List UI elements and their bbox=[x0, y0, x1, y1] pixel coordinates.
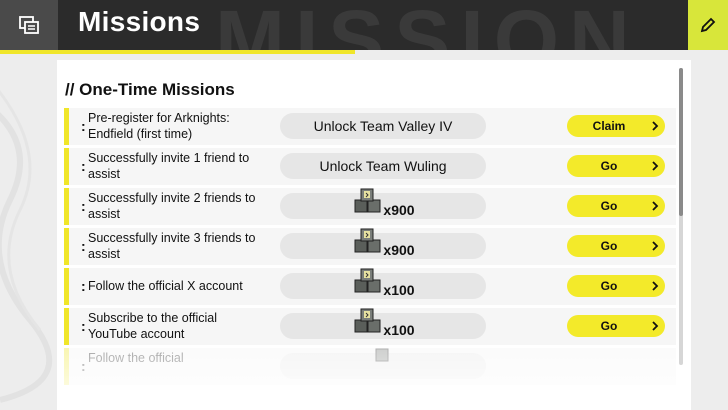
mission-description: Successfully invite 3 friends to assist bbox=[88, 231, 256, 261]
mission-reward: Unlock Team Wuling bbox=[280, 153, 486, 179]
claim-button[interactable]: Claim bbox=[567, 115, 665, 137]
reward-label: Unlock Team Wuling bbox=[319, 158, 447, 174]
reward-quantity: x100 bbox=[383, 322, 415, 338]
mission-reward: x100 bbox=[280, 268, 486, 299]
mission-description: Successfully invite 1 friend to assist bbox=[88, 151, 250, 181]
row-marker: : bbox=[81, 158, 86, 174]
go-button[interactable]: Go bbox=[567, 275, 665, 297]
button-label: Claim bbox=[592, 119, 626, 133]
row-marker: : bbox=[81, 318, 86, 334]
header-accent-line bbox=[0, 50, 355, 54]
supply-crate-icon bbox=[354, 188, 381, 213]
supply-crate-icon bbox=[375, 348, 389, 362]
mission-description: Follow the official bbox=[88, 351, 184, 365]
supply-crate-icon bbox=[354, 228, 381, 253]
reward-label: Unlock Team Valley IV bbox=[313, 118, 453, 134]
mission-reward bbox=[280, 348, 486, 379]
mission-reward: x900 bbox=[280, 188, 486, 219]
go-button[interactable]: Go bbox=[567, 195, 665, 217]
mission-description: Successfully invite 2 friends to assist bbox=[88, 191, 256, 221]
row-marker: : bbox=[81, 278, 86, 294]
edit-button[interactable] bbox=[688, 0, 728, 50]
mission-row: : Follow the official X account x100 Go bbox=[64, 268, 676, 305]
row-marker: : bbox=[81, 118, 86, 134]
section-title: // One-Time Missions bbox=[65, 80, 235, 99]
reward-quantity: x100 bbox=[383, 282, 415, 298]
page-title: Missions bbox=[78, 6, 201, 37]
header-watermark: MISSION bbox=[215, 0, 640, 50]
mission-row: : Subscribe to the official YouTube acco… bbox=[64, 308, 676, 345]
go-button[interactable]: Go bbox=[567, 315, 665, 337]
row-marker: : bbox=[81, 358, 86, 374]
missions-panel: // One-Time Missions : Pre-register for … bbox=[57, 60, 691, 410]
button-label: Go bbox=[600, 159, 618, 173]
chevron-right-icon bbox=[645, 275, 665, 297]
mission-reward: Unlock Team Valley IV bbox=[280, 113, 486, 139]
window-list-button[interactable] bbox=[0, 0, 58, 50]
window-list-icon bbox=[19, 16, 39, 34]
mission-row: : Successfully invite 1 friend to assist… bbox=[64, 148, 676, 185]
row-marker: : bbox=[81, 198, 86, 214]
go-button[interactable]: Go bbox=[567, 155, 665, 177]
mission-row: : Follow the official bbox=[64, 348, 676, 385]
chevron-right-icon bbox=[645, 315, 665, 337]
mission-description: Follow the official X account bbox=[88, 279, 243, 293]
mission-description: Subscribe to the official YouTube accoun… bbox=[88, 311, 218, 341]
background-pattern bbox=[0, 89, 53, 403]
row-marker: : bbox=[81, 238, 86, 254]
mission-reward: x900 bbox=[280, 228, 486, 259]
reward-quantity: x900 bbox=[383, 242, 415, 258]
go-button[interactable]: Go bbox=[567, 235, 665, 257]
chevron-right-icon bbox=[645, 155, 665, 177]
top-bar: MISSION Missions bbox=[0, 0, 728, 50]
chevron-right-icon bbox=[645, 195, 665, 217]
chevron-right-icon bbox=[645, 235, 665, 257]
button-label: Go bbox=[600, 279, 618, 293]
reward-quantity: x900 bbox=[383, 202, 415, 218]
mission-row: : Successfully invite 3 friends to assis… bbox=[64, 228, 676, 265]
button-label: Go bbox=[600, 199, 618, 213]
mission-row: : Pre-register for Arknights: Endfield (… bbox=[64, 108, 676, 145]
pencil-icon bbox=[700, 17, 716, 33]
button-label: Go bbox=[600, 319, 618, 333]
supply-crate-icon bbox=[354, 308, 381, 333]
chevron-right-icon bbox=[645, 115, 665, 137]
scrollbar-thumb[interactable] bbox=[679, 68, 683, 216]
button-label: Go bbox=[600, 239, 618, 253]
mission-reward: x100 bbox=[280, 308, 486, 339]
supply-crate-icon bbox=[354, 268, 381, 293]
mission-description: Pre-register for Arknights: Endfield (fi… bbox=[88, 111, 230, 141]
mission-row: : Successfully invite 2 friends to assis… bbox=[64, 188, 676, 225]
